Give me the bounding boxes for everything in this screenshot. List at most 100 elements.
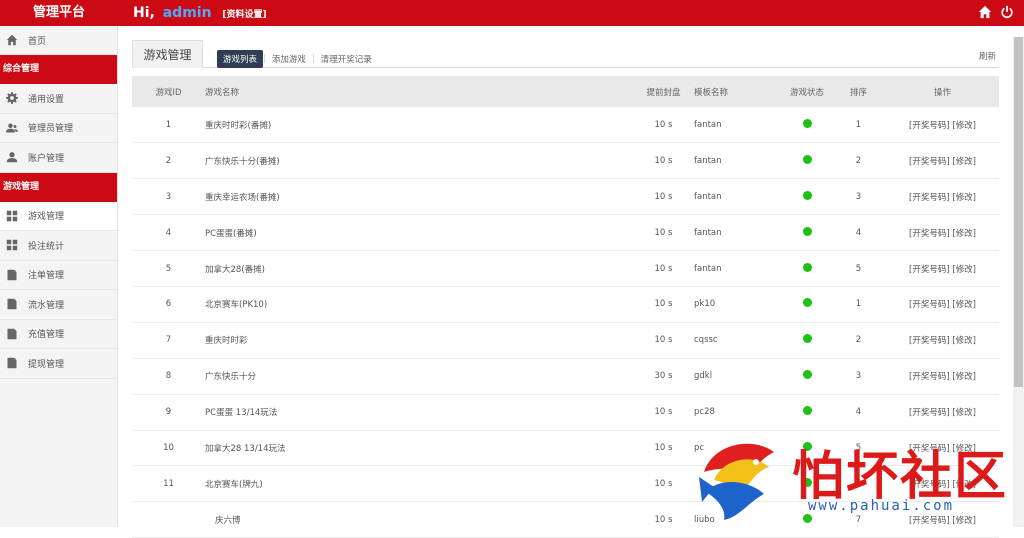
cell-seal: 30 s — [635, 358, 692, 395]
draw-numbers-link[interactable]: [开奖号码] — [909, 265, 950, 275]
draw-numbers-link[interactable]: [开奖号码] — [909, 336, 950, 346]
cell-seal: 10 s — [635, 286, 692, 323]
document-icon — [6, 357, 18, 369]
header-sort: 排序 — [831, 76, 886, 107]
cell-id: 8 — [132, 358, 205, 395]
edit-link[interactable]: [修改] — [952, 408, 976, 418]
tab-game-list[interactable]: 游戏列表 — [217, 50, 264, 68]
cell-template: gdkl — [692, 358, 783, 395]
username[interactable]: admin — [163, 5, 212, 21]
tab-clear-records[interactable]: 清理开奖记录 — [315, 53, 378, 65]
cell-status — [783, 107, 831, 144]
cell-sort: 2 — [831, 142, 886, 180]
sidebar-item-label: 流水管理 — [28, 300, 65, 311]
status-dot — [802, 226, 812, 236]
cell-status — [783, 394, 831, 431]
cell-seal: 10 s — [635, 214, 692, 252]
status-dot — [802, 406, 812, 416]
cell-ops: [开奖号码] [修改] — [886, 358, 999, 395]
cell-sort: 1 — [831, 286, 886, 323]
cell-seal: 10 s — [635, 142, 692, 180]
fish-logo-icon — [699, 443, 774, 520]
draw-numbers-link[interactable]: [开奖号码] — [909, 121, 950, 131]
cell-name: 重庆幸运农场(番摊) — [205, 178, 635, 216]
subtab-bar: 游戏列表 | 添加游戏 | 清理开奖记录 — [217, 50, 378, 68]
home-icon[interactable] — [978, 4, 992, 23]
cell-id: 3 — [132, 178, 205, 216]
cell-template: pc28 — [692, 394, 783, 431]
edit-link[interactable]: [修改] — [952, 300, 976, 310]
sidebar-item-game-manage[interactable]: 游戏管理 — [0, 201, 117, 231]
edit-link[interactable]: [修改] — [952, 121, 976, 131]
home-icon — [6, 34, 18, 46]
cell-ops: [开奖号码] [修改] — [886, 394, 999, 431]
sidebar-item-general-settings[interactable]: 通用设置 — [0, 84, 117, 114]
edit-link[interactable]: [修改] — [952, 193, 976, 203]
header-name: 游戏名称 — [205, 76, 635, 107]
draw-numbers-link[interactable]: [开奖号码] — [909, 300, 950, 310]
sidebar-item-bet-stats[interactable]: 投注统计 — [0, 231, 117, 261]
header-ops: 操作 — [886, 76, 999, 107]
table-row: 4 PC蛋蛋(番摊) 10 s fantan 4 [开奖号码] [修改] — [132, 214, 999, 252]
edit-link[interactable]: [修改] — [952, 265, 976, 275]
sidebar-item-order-manage[interactable]: 注单管理 — [0, 261, 117, 290]
draw-numbers-link[interactable]: [开奖号码] — [909, 372, 950, 382]
sidebar-item-home[interactable]: 首页 — [0, 26, 117, 55]
cell-sort: 3 — [831, 358, 886, 395]
cell-seal: 10 s — [635, 465, 692, 503]
sidebar-item-label: 充值管理 — [28, 330, 65, 341]
draw-numbers-link[interactable]: [开奖号码] — [909, 157, 950, 167]
cell-template: fantan — [692, 214, 783, 252]
power-icon[interactable] — [1000, 4, 1014, 23]
grid-icon — [6, 239, 18, 251]
cell-status — [783, 214, 831, 252]
cell-status — [783, 322, 831, 359]
cell-name: 广东快乐十分(番摊) — [205, 142, 635, 180]
draw-numbers-link[interactable]: [开奖号码] — [909, 193, 950, 203]
cell-id: 5 — [132, 250, 205, 287]
cell-seal: 10 s — [635, 394, 692, 431]
edit-link[interactable]: [修改] — [952, 336, 976, 346]
cell-name: 庆六博 — [205, 501, 635, 538]
brand-title: 管理平台 — [32, 5, 85, 20]
cell-id: 9 — [132, 394, 205, 431]
cell-template: fantan — [692, 178, 783, 216]
sidebar-item-recharge-manage[interactable]: 充值管理 — [0, 320, 117, 349]
table-row: 3 重庆幸运农场(番摊) 10 s fantan 3 [开奖号码] [修改] — [132, 178, 999, 216]
refresh-link[interactable]: 刷新 — [979, 50, 996, 62]
cell-id: 4 — [132, 214, 205, 252]
page-title-tab[interactable]: 游戏管理 — [132, 40, 203, 68]
edit-link[interactable]: [修改] — [952, 229, 976, 239]
status-dot — [802, 334, 812, 344]
users-icon — [6, 122, 18, 134]
sidebar-group-general: 综合管理 — [0, 55, 117, 84]
sidebar-item-label: 首页 — [28, 36, 47, 47]
profile-settings-link[interactable]: [资料设置] — [222, 10, 266, 20]
cell-seal: 10 s — [635, 501, 692, 538]
status-dot — [802, 190, 812, 200]
cell-status — [783, 142, 831, 180]
table-header-row: 游戏ID 游戏名称 提前封盘 模板名称 游戏状态 排序 操作 — [132, 76, 999, 107]
tabs-row: 游戏管理 游戏列表 | 添加游戏 | 清理开奖记录 刷新 — [132, 36, 999, 68]
draw-numbers-link[interactable]: [开奖号码] — [909, 408, 950, 418]
edit-link[interactable]: [修改] — [952, 372, 976, 382]
watermark: 怕坏社区 www.pahuai.com — [694, 432, 1016, 527]
header-template: 模板名称 — [692, 76, 783, 107]
watermark-url: www.pahuai.com — [808, 498, 955, 514]
edit-link[interactable]: [修改] — [952, 157, 976, 167]
sidebar-item-flow-manage[interactable]: 流水管理 — [0, 290, 117, 320]
cell-ops: [开奖号码] [修改] — [886, 178, 999, 216]
sidebar-item-admin-manage[interactable]: 管理员管理 — [0, 114, 117, 143]
tab-add-game[interactable]: 添加游戏 — [266, 53, 312, 65]
cell-name: 重庆时时彩(番摊) — [205, 107, 635, 144]
cell-ops: [开奖号码] [修改] — [886, 107, 999, 144]
cell-name: 加拿大28 13/14玩法 — [205, 430, 635, 467]
sidebar-item-withdraw-manage[interactable]: 提现管理 — [0, 349, 117, 379]
scrollbar-thumb[interactable] — [1014, 37, 1023, 387]
sidebar-item-account-manage[interactable]: 账户管理 — [0, 143, 117, 173]
cell-name: PC蛋蛋(番摊) — [205, 214, 635, 252]
sidebar-item-label: 投注统计 — [28, 241, 65, 252]
cell-ops: [开奖号码] [修改] — [886, 250, 999, 287]
draw-numbers-link[interactable]: [开奖号码] — [909, 229, 950, 239]
main-content: 游戏管理 游戏列表 | 添加游戏 | 清理开奖记录 刷新 游戏ID 游戏名称 提… — [132, 36, 999, 538]
